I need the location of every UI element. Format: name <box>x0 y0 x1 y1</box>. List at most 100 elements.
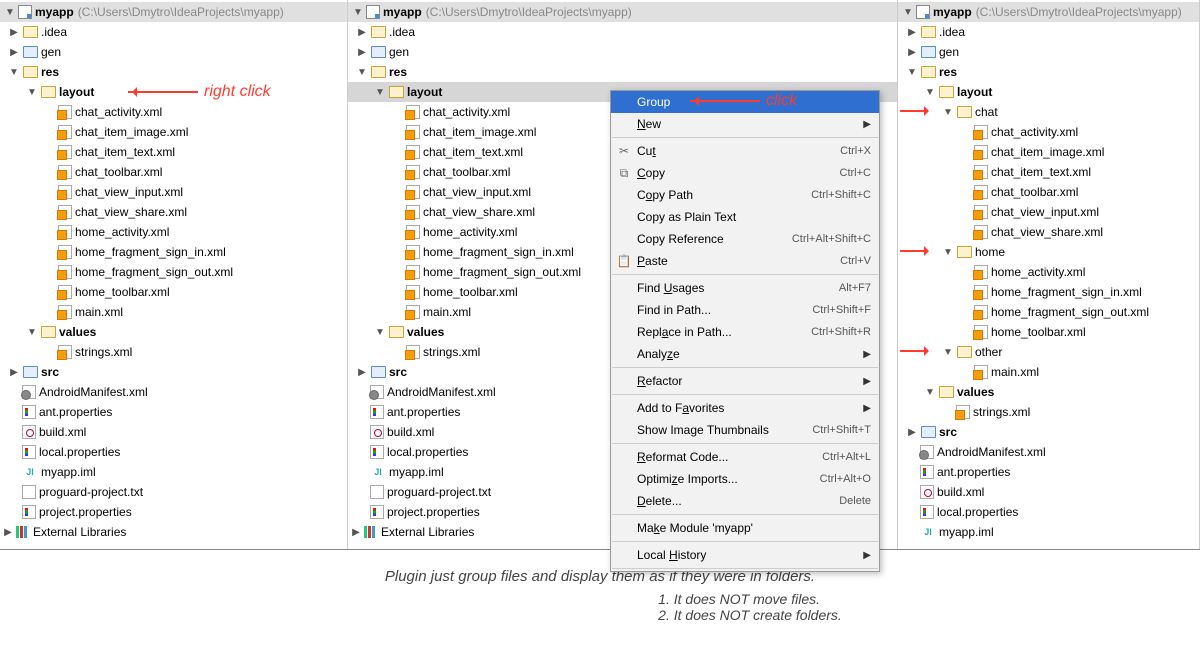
tree-item-file[interactable]: ▶proguard-project.txt <box>0 482 347 502</box>
tree-item-file[interactable]: ▶home_fragment_sign_out.xml <box>0 262 347 282</box>
tree-item-file[interactable]: ▶strings.xml <box>0 342 347 362</box>
tree-item-file[interactable]: ▶chat_item_image.xml <box>0 122 347 142</box>
tree-item-file[interactable]: ▶home_fragment_sign_in.xml <box>898 282 1199 302</box>
xml-file-icon <box>58 145 72 159</box>
tree-item-file[interactable]: ▶local.properties <box>898 502 1199 522</box>
tree-item-gen[interactable]: ▶gen <box>898 42 1199 62</box>
menu-item-refactor[interactable]: Refactor▶ <box>611 370 879 392</box>
collapse-icon[interactable]: ▼ <box>8 67 20 78</box>
tree-group-home[interactable]: ▼home <box>898 242 1199 262</box>
menu-separator <box>612 394 878 395</box>
expand-icon[interactable]: ▼ <box>4 7 16 18</box>
text-file-icon <box>370 485 384 499</box>
tree-item-gen[interactable]: ▶gen <box>0 42 347 62</box>
tree-item-file[interactable]: ▶home_toolbar.xml <box>0 282 347 302</box>
tree-group-other[interactable]: ▼other <box>898 342 1199 362</box>
tree-item-file[interactable]: ▶home_activity.xml <box>898 262 1199 282</box>
tree-item-external-libraries[interactable]: ▶External Libraries <box>0 522 347 542</box>
menu-item-cut[interactable]: ✂CutCtrl+X <box>611 140 879 162</box>
tree-item-file[interactable]: ▶AndroidManifest.xml <box>0 382 347 402</box>
menu-item-copy[interactable]: ⧉CopyCtrl+C <box>611 162 879 184</box>
tree-item-src[interactable]: ▶src <box>898 422 1199 442</box>
menu-item-add-favorites[interactable]: Add to Favorites▶ <box>611 397 879 419</box>
menu-item-replace-in-path[interactable]: Replace in Path...Ctrl+Shift+R <box>611 321 879 343</box>
menu-item-local-history[interactable]: Local History▶ <box>611 544 879 566</box>
expand-icon[interactable]: ▶ <box>8 27 20 38</box>
menu-item-show-thumbnails[interactable]: Show Image ThumbnailsCtrl+Shift+T <box>611 419 879 441</box>
tree-item-file[interactable]: ▶JImyapp.iml <box>0 462 347 482</box>
tree-item-file[interactable]: ▶main.xml <box>0 302 347 322</box>
menu-item-group[interactable]: Group <box>611 91 879 113</box>
menu-item-paste[interactable]: 📋PasteCtrl+V <box>611 250 879 272</box>
tree-item-file[interactable]: ▶strings.xml <box>898 402 1199 422</box>
tree-item-file[interactable]: ▶chat_item_text.xml <box>898 162 1199 182</box>
tree-item-file[interactable]: ▶home_fragment_sign_in.xml <box>0 242 347 262</box>
tree-item-file[interactable]: ▶chat_view_input.xml <box>898 202 1199 222</box>
tree-item-file[interactable]: ▶chat_view_share.xml <box>0 202 347 222</box>
tree-item-file[interactable]: ▶chat_toolbar.xml <box>898 182 1199 202</box>
expand-icon[interactable]: ▶ <box>8 367 20 378</box>
menu-item-find-in-path[interactable]: Find in Path...Ctrl+Shift+F <box>611 299 879 321</box>
tree-item-idea[interactable]: ▶.idea <box>348 22 897 42</box>
tree-item-res[interactable]: ▼res <box>898 62 1199 82</box>
tree-item-file[interactable]: ▶chat_item_image.xml <box>898 142 1199 162</box>
tree-item-file[interactable]: ▶build.xml <box>0 422 347 442</box>
xml-file-icon <box>974 305 988 319</box>
tree-item-file[interactable]: ▶home_toolbar.xml <box>898 322 1199 342</box>
project-tree[interactable]: ▼ myapp (C:\Users\Dmytro\IdeaProjects\my… <box>0 0 347 542</box>
menu-item-delete[interactable]: Delete...Delete <box>611 490 879 512</box>
menu-item-find-usages[interactable]: Find UsagesAlt+F7 <box>611 277 879 299</box>
scissors-icon: ✂ <box>616 143 632 159</box>
tree-root[interactable]: ▼ myapp (C:\Users\Dmytro\IdeaProjects\my… <box>348 2 897 22</box>
tree-item-file[interactable]: ▶build.xml <box>898 482 1199 502</box>
xml-file-icon <box>974 265 988 279</box>
tree-item-idea[interactable]: ▶.idea <box>898 22 1199 42</box>
tree-item-src[interactable]: ▶src <box>0 362 347 382</box>
tree-item-file[interactable]: ▶chat_item_text.xml <box>0 142 347 162</box>
tree-root[interactable]: ▼ myapp (C:\Users\Dmytro\IdeaProjects\my… <box>0 2 347 22</box>
project-tree-panel-after: ▼ myapp (C:\Users\Dmytro\IdeaProjects\my… <box>898 0 1200 549</box>
tree-item-file[interactable]: ▶chat_view_input.xml <box>0 182 347 202</box>
project-tree[interactable]: ▼ myapp (C:\Users\Dmytro\IdeaProjects\my… <box>898 0 1199 542</box>
tree-item-file[interactable]: ▶local.properties <box>0 442 347 462</box>
expand-icon[interactable]: ▼ <box>352 7 364 18</box>
tree-item-values[interactable]: ▼values <box>898 382 1199 402</box>
tree-item-file[interactable]: ▶chat_view_share.xml <box>898 222 1199 242</box>
tree-item-file[interactable]: ▶ant.properties <box>898 462 1199 482</box>
tree-item-idea[interactable]: ▶.idea <box>0 22 347 42</box>
tree-item-file[interactable]: ▶main.xml <box>898 362 1199 382</box>
tree-item-res[interactable]: ▼res <box>348 62 897 82</box>
context-menu[interactable]: Group New▶ ✂CutCtrl+X ⧉CopyCtrl+C Copy P… <box>610 90 880 572</box>
tree-item-file[interactable]: ▶home_activity.xml <box>0 222 347 242</box>
tree-item-values[interactable]: ▼values <box>0 322 347 342</box>
tree-item-file[interactable]: ▶home_fragment_sign_out.xml <box>898 302 1199 322</box>
menu-item-new[interactable]: New▶ <box>611 113 879 135</box>
expand-icon[interactable]: ▶ <box>8 47 20 58</box>
menu-item-analyze[interactable]: Analyze▶ <box>611 343 879 365</box>
menu-item-copy-plain[interactable]: Copy as Plain Text <box>611 206 879 228</box>
menu-item-copy-path[interactable]: Copy PathCtrl+Shift+C <box>611 184 879 206</box>
expand-icon[interactable]: ▶ <box>2 527 14 538</box>
tree-item-layout[interactable]: ▼layout <box>898 82 1199 102</box>
tree-item-file[interactable]: ▶chat_activity.xml <box>0 102 347 122</box>
tree-group-chat[interactable]: ▼chat <box>898 102 1199 122</box>
tree-item-file[interactable]: ▶JImyapp.iml <box>898 522 1199 542</box>
menu-item-optimize-imports[interactable]: Optimize Imports...Ctrl+Alt+O <box>611 468 879 490</box>
collapse-icon[interactable]: ▼ <box>26 87 38 98</box>
tree-item-res[interactable]: ▼res <box>0 62 347 82</box>
menu-item-reformat[interactable]: Reformat Code...Ctrl+Alt+L <box>611 446 879 468</box>
tree-root[interactable]: ▼ myapp (C:\Users\Dmytro\IdeaProjects\my… <box>898 2 1199 22</box>
menu-item-make-module[interactable]: Make Module 'myapp' <box>611 517 879 539</box>
tree-item-file[interactable]: ▶project.properties <box>0 502 347 522</box>
tree-item-file[interactable]: ▶chat_toolbar.xml <box>0 162 347 182</box>
xml-file-icon <box>974 325 988 339</box>
tree-item-layout[interactable]: ▼layout <box>0 82 347 102</box>
xml-file-icon <box>956 405 970 419</box>
tree-item-file[interactable]: ▶ant.properties <box>0 402 347 422</box>
tree-item-gen[interactable]: ▶gen <box>348 42 897 62</box>
tree-item-file[interactable]: ▶AndroidManifest.xml <box>898 442 1199 462</box>
tree-item-file[interactable]: ▶chat_activity.xml <box>898 122 1199 142</box>
folder-icon <box>938 384 954 400</box>
menu-item-copy-reference[interactable]: Copy ReferenceCtrl+Alt+Shift+C <box>611 228 879 250</box>
collapse-icon[interactable]: ▼ <box>26 327 38 338</box>
